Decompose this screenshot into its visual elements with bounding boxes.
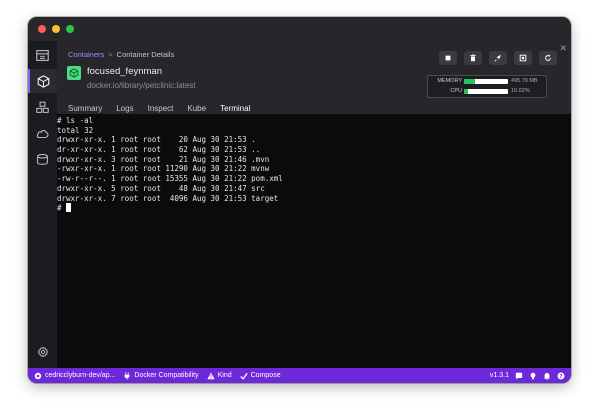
status-context[interactable]: cedricclyburn-dev/ap...	[34, 372, 115, 380]
container-name: focused_feynman	[87, 66, 162, 77]
status-kind[interactable]: Kind	[207, 372, 232, 380]
memory-label: MEMORY	[437, 78, 462, 84]
check-icon	[239, 372, 248, 380]
breadcrumb-containers-link[interactable]: Containers	[68, 50, 104, 59]
cpu-stat: CPU 10.02%	[428, 87, 546, 96]
sidebar-item-pods[interactable]	[28, 95, 57, 119]
sidebar-item-containers[interactable]	[28, 69, 57, 93]
container-actions	[439, 51, 557, 65]
trash-icon	[470, 54, 476, 62]
status-kind-label: Kind	[217, 372, 232, 379]
cloud-icon	[36, 129, 49, 138]
app-window: Containers > Container Details focused_fey…	[28, 17, 571, 383]
terminal-line: drwxr-xr-x. 3 root root 21 Aug 30 21:46 …	[57, 154, 270, 164]
terminal-line: -rw-r--r--. 1 root root 15355 Aug 30 21:…	[57, 174, 283, 184]
status-docker-compat[interactable]: Docker Compatibility	[123, 371, 199, 380]
terminal-output[interactable]: # ls -al total 32 drwxr-xr-x. 1 root roo…	[57, 114, 571, 368]
cube-icon	[37, 74, 50, 88]
help-icon[interactable]: ?	[557, 372, 565, 380]
terminal-line: # ls -al	[57, 116, 94, 125]
settings-button[interactable]	[28, 344, 57, 360]
svg-text:?: ?	[559, 373, 562, 379]
tab-summary[interactable]: Summary	[68, 104, 102, 114]
terminal-prompt: #	[57, 203, 67, 213]
tab-inspect[interactable]: Inspect	[148, 104, 174, 114]
title-bar	[28, 17, 571, 41]
container-status-icon	[67, 66, 81, 80]
chat-icon[interactable]	[515, 372, 523, 380]
status-compose[interactable]: Compose	[239, 372, 281, 380]
memory-value: 495.79 MB	[511, 78, 538, 84]
tab-logs[interactable]: Logs	[116, 104, 133, 114]
breadcrumb-current: Container Details	[116, 50, 175, 59]
usage-stats: MEMORY 495.79 MB CPU 10.02%	[427, 75, 547, 98]
deploy-button[interactable]	[489, 51, 507, 65]
close-window-button[interactable]	[38, 25, 46, 33]
terminal-line: drwxr-xr-x. 5 root root 48 Aug 30 21:47 …	[57, 183, 265, 193]
breadcrumb: Containers > Container Details	[68, 50, 174, 59]
version-label: v1.3.1	[489, 372, 509, 379]
sidebar	[28, 41, 57, 368]
rocket-icon	[494, 54, 502, 62]
terminal-line: drwxr-xr-x. 1 root root 20 Aug 30 21:53 …	[57, 135, 256, 145]
database-icon	[37, 153, 48, 165]
sidebar-item-dashboard[interactable]	[28, 43, 57, 67]
terminal-cursor	[66, 203, 72, 212]
stop-button[interactable]	[439, 51, 457, 65]
tab-kube[interactable]: Kube	[187, 104, 206, 114]
pods-icon	[36, 101, 49, 113]
terminal-line: -rwxr-xr-x. 1 root root 11290 Aug 30 21:…	[57, 164, 270, 174]
status-compose-label: Compose	[250, 372, 281, 379]
cpu-bar-fill	[464, 89, 469, 94]
terminal-line: drwxr-xr-x. 7 root root 4096 Aug 30 21:5…	[57, 193, 279, 203]
sidebar-item-images[interactable]	[28, 121, 57, 145]
tab-terminal[interactable]: Terminal	[219, 104, 252, 116]
status-right: v1.3.1 ?	[490, 368, 565, 383]
memory-bar-fill	[464, 79, 475, 84]
external-icon	[519, 54, 527, 62]
breadcrumb-separator: >	[108, 50, 113, 59]
cube-icon	[69, 68, 79, 78]
minimize-window-button[interactable]	[52, 25, 60, 33]
warning-icon	[207, 372, 215, 379]
refresh-icon	[545, 54, 551, 61]
circle-icon	[34, 372, 42, 379]
cpu-label: CPU	[450, 88, 462, 94]
sidebar-item-volumes[interactable]	[28, 147, 57, 171]
restart-button[interactable]	[539, 51, 557, 65]
container-header: Containers > Container Details focused_fey…	[57, 41, 571, 116]
status-bar: cedricclyburn-dev/ap... Docker Compatibi…	[28, 368, 571, 383]
bell-icon[interactable]	[543, 372, 551, 380]
detail-tabs: Summary Logs Inspect Kube Terminal	[68, 104, 264, 116]
dashboard-icon	[36, 49, 49, 61]
status-docker-compat-label: Docker Compatibility	[134, 372, 199, 379]
open-browser-button[interactable]	[514, 51, 532, 65]
maximize-window-button[interactable]	[66, 25, 74, 33]
memory-bar	[464, 79, 508, 84]
delete-button[interactable]	[464, 51, 482, 65]
status-context-label: cedricclyburn-dev/ap...	[45, 372, 116, 379]
plug-icon	[125, 371, 130, 380]
cpu-bar	[464, 89, 508, 94]
stop-icon	[445, 55, 451, 61]
terminal-prompt-line: #	[57, 203, 571, 213]
container-image: docker.io/library/petclinic:latest	[87, 81, 196, 90]
lightbulb-icon[interactable]	[529, 372, 537, 380]
close-details-icon[interactable]: ✕	[559, 43, 567, 54]
terminal-line: total 32	[57, 125, 94, 135]
memory-stat: MEMORY 495.79 MB	[428, 77, 546, 86]
terminal-line: dr-xr-xr-x. 1 root root 62 Aug 30 21:53 …	[57, 145, 261, 155]
gear-icon	[36, 346, 49, 358]
cpu-value: 10.02%	[511, 88, 530, 94]
